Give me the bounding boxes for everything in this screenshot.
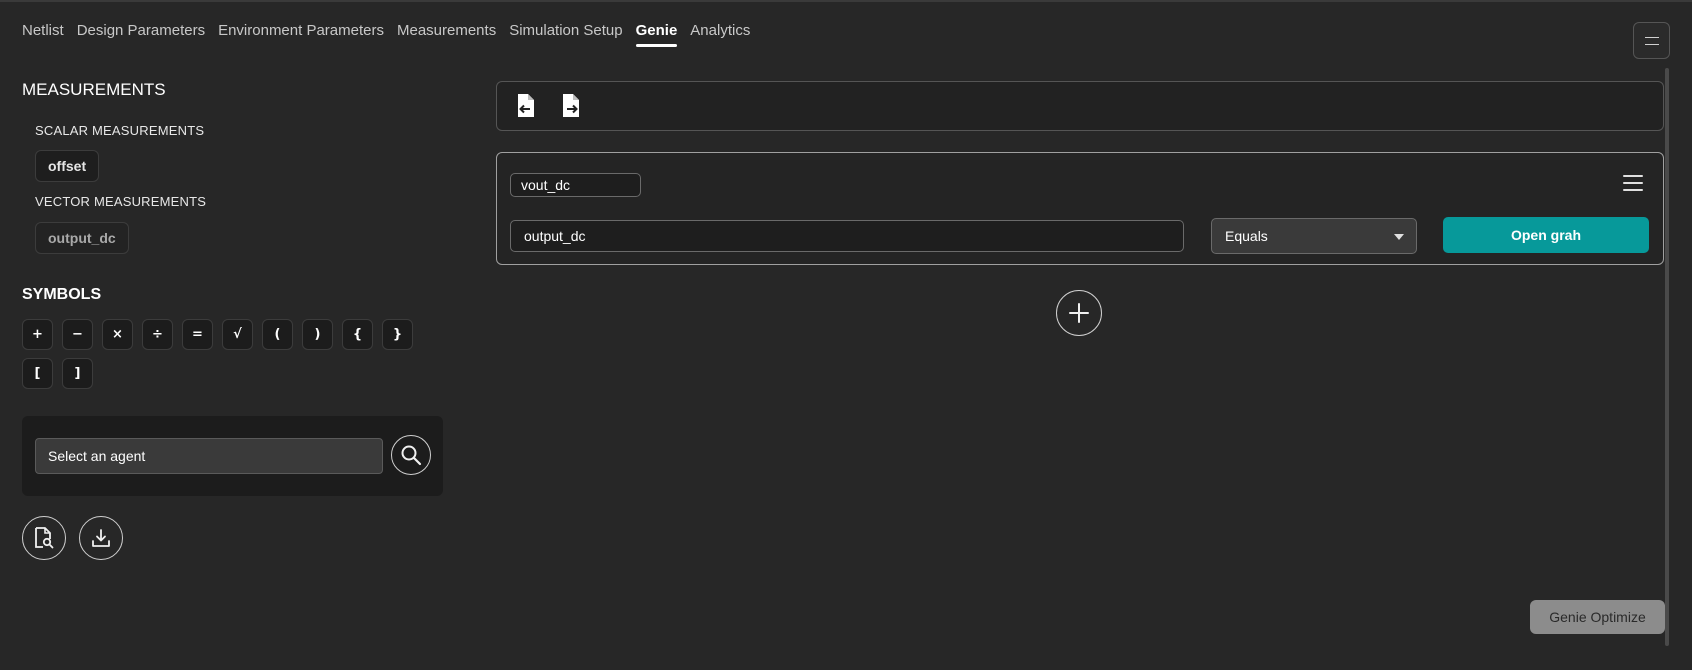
chevron-down-icon [1394,234,1404,240]
tab-design-parameters[interactable]: Design Parameters [77,22,205,47]
main-tabs: Netlist Design Parameters Environment Pa… [22,22,750,47]
tab-measurements[interactable]: Measurements [397,22,496,47]
symbol-open-paren[interactable]: ( [262,319,293,350]
symbol-close-paren[interactable]: ) [302,319,333,350]
genie-optimize-button[interactable]: Genie Optimize [1530,600,1665,634]
search-icon [401,445,422,466]
inspect-file-button[interactable] [22,516,66,560]
tab-analytics[interactable]: Analytics [690,22,750,47]
card-menu-icon[interactable] [1623,175,1643,191]
add-measurement-button[interactable] [1056,290,1102,336]
file-search-icon [35,527,54,549]
symbol-sqrt[interactable]: √ [222,319,253,350]
symbol-multiply[interactable]: × [102,319,133,350]
scalar-measurement-chip[interactable]: offset [35,150,100,182]
tab-environment-parameters[interactable]: Environment Parameters [218,22,384,47]
measurements-heading: MEASUREMENTS [22,80,166,99]
top-divider [0,0,1692,2]
download-button[interactable] [79,516,123,560]
panel-menu-button[interactable] [1633,22,1670,59]
tab-simulation-setup[interactable]: Simulation Setup [509,22,622,47]
symbol-divide[interactable]: ÷ [142,319,173,350]
open-graph-button[interactable]: Open grah [1443,217,1649,253]
condition-select-value: Equals [1225,228,1268,244]
measurement-card: vout_dc output_dc Equals Open grah [496,152,1664,265]
scalar-measurements-heading: SCALAR MEASUREMENTS [35,123,205,138]
symbol-close-bracket[interactable]: ] [62,358,93,389]
agent-search-button[interactable] [391,435,431,475]
vector-measurement-chip[interactable]: output_dc [35,222,129,254]
symbol-minus[interactable]: − [62,319,93,350]
genie-toolbar [496,81,1664,131]
symbols-heading: SYMBOLS [22,286,102,303]
export-button[interactable] [559,93,583,119]
symbol-close-brace[interactable]: } [382,319,413,350]
vertical-scrollbar[interactable] [1665,68,1669,646]
file-import-icon [518,94,534,117]
expression-input[interactable]: output_dc [510,220,1184,252]
symbol-equals[interactable]: = [182,319,213,350]
tab-netlist[interactable]: Netlist [22,22,64,47]
symbol-open-bracket[interactable]: [ [22,358,53,389]
plus-icon [1069,303,1089,323]
condition-select[interactable]: Equals [1211,218,1417,254]
tab-genie[interactable]: Genie [635,22,677,47]
file-export-icon [563,94,579,117]
agent-panel: Select an agent [22,416,443,496]
measurement-name-input[interactable]: vout_dc [510,173,641,197]
menu-lines-icon [1644,36,1659,45]
symbol-palette: + − × ÷ = √ ( ) { } [ ] [22,319,442,389]
import-button[interactable] [514,93,538,119]
download-icon [92,529,110,547]
symbol-plus[interactable]: + [22,319,53,350]
symbol-open-brace[interactable]: { [342,319,373,350]
agent-select[interactable]: Select an agent [35,438,383,474]
vector-measurements-heading: VECTOR MEASUREMENTS [35,194,207,209]
